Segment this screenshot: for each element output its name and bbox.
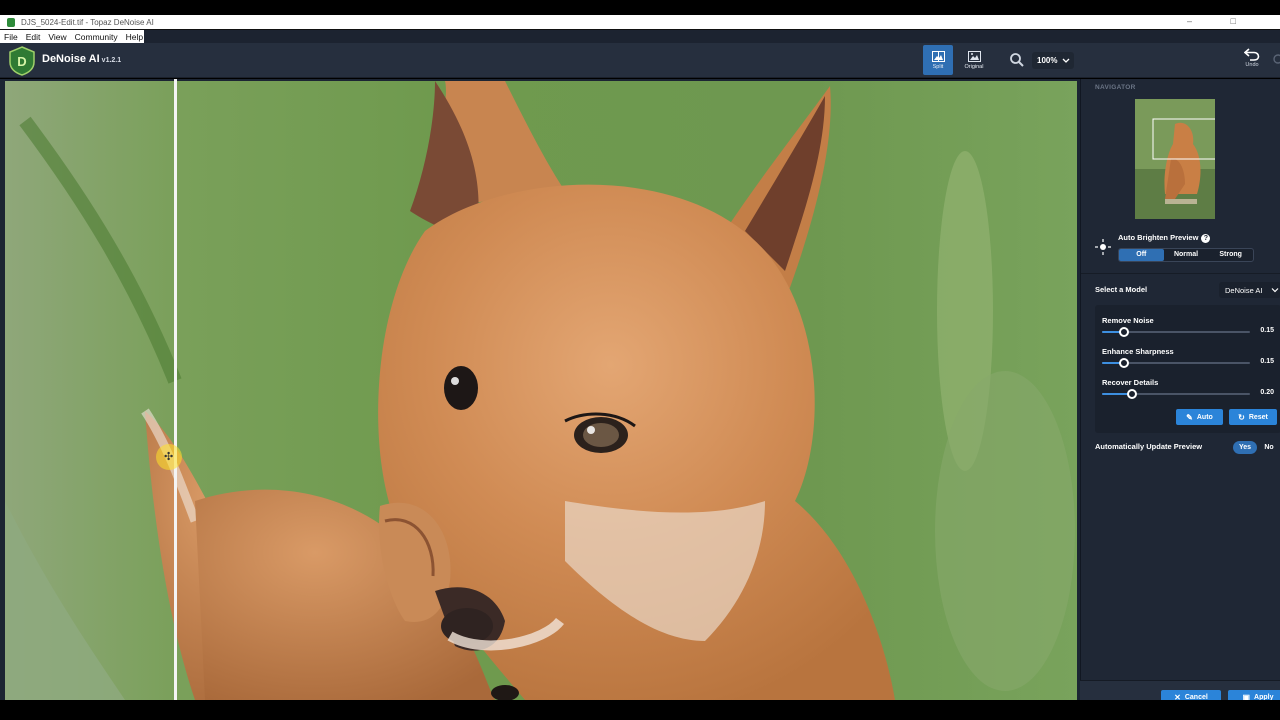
auto-brighten-segmented: Off Normal Strong [1118, 248, 1254, 262]
settings-panel: NAVIGATOR Auto Brighten Preview? Off Nor… [1080, 79, 1280, 700]
enhance-sharpness-label: Enhance Sharpness [1102, 347, 1174, 356]
remove-noise-thumb[interactable] [1119, 327, 1129, 337]
original-view-label: Original [964, 63, 984, 70]
denoise-logo-icon: D [9, 46, 35, 76]
enhance-sharpness-thumb[interactable] [1119, 358, 1129, 368]
reset-button[interactable]: ↻ Reset [1229, 409, 1277, 425]
app-small-icon [7, 17, 15, 27]
auto-update-yes[interactable]: Yes [1233, 441, 1257, 454]
brighten-strong-option[interactable]: Strong [1208, 249, 1253, 261]
undo-label: Undo [1245, 62, 1259, 68]
screen-bottom-border [0, 700, 1280, 720]
zoom-level-value: 100% [1037, 56, 1058, 65]
menu-edit[interactable]: Edit [26, 32, 41, 42]
model-dropdown[interactable]: DeNoise AI [1219, 282, 1280, 298]
panel-footer: ✕ Cancel ▣ Apply [1080, 680, 1280, 704]
original-view-button[interactable]: Original [959, 45, 989, 75]
remove-noise-slider[interactable] [1102, 327, 1250, 337]
model-dropdown-value: DeNoise AI [1225, 285, 1263, 295]
model-sliders-box: Remove Noise 0.15 Enhance Sharpness 0.15… [1095, 305, 1280, 433]
image-canvas[interactable] [0, 79, 1080, 700]
menu-view[interactable]: View [48, 32, 66, 42]
fox-kit-photo [5, 81, 1077, 700]
window-controls[interactable]: – □ [1187, 16, 1254, 26]
app-header: D DeNoise AIv1.2.1 Split Original 100% [0, 43, 1280, 78]
menu-bar: File Edit View Community Help [0, 30, 144, 43]
app-title: DeNoise AI v1.2.1 [42, 53, 121, 65]
help-icon[interactable]: ? [1201, 233, 1211, 243]
split-view-button[interactable]: Split [923, 45, 953, 75]
panel-divider [1081, 273, 1280, 274]
recover-details-label: Recover Details [1102, 378, 1159, 387]
auto-button[interactable]: ✎ Auto [1176, 409, 1223, 425]
menu-help[interactable]: Help [126, 32, 143, 42]
reset-icon: ↻ [1238, 412, 1245, 422]
navigator-thumbnail[interactable] [1135, 99, 1215, 219]
chevron-down-icon [1062, 58, 1070, 63]
split-divider-handle[interactable] [174, 79, 177, 700]
auto-update-toggle: Yes No [1233, 441, 1280, 454]
auto-brighten-label: Auto Brighten Preview? [1118, 233, 1211, 243]
chevron-down-icon [1271, 288, 1279, 293]
zoom-magnifier-icon[interactable] [1009, 52, 1025, 68]
auto-brighten-text: Auto Brighten Preview [1118, 233, 1199, 242]
split-view-icon [931, 50, 945, 62]
remove-noise-label: Remove Noise [1102, 316, 1154, 325]
app-version: v1.2.1 [101, 57, 122, 64]
auto-update-label: Automatically Update Preview [1095, 442, 1203, 451]
split-view-label: Split [932, 63, 944, 70]
magic-wand-icon: ✎ [1186, 412, 1193, 422]
original-view-icon [967, 50, 981, 62]
screen-top-border [0, 0, 1280, 15]
window-title: DJS_5024-Edit.tif - Topaz DeNoise AI [21, 17, 154, 27]
recover-details-thumb[interactable] [1127, 389, 1137, 399]
window-titlebar: DJS_5024-Edit.tif - Topaz DeNoise AI – □ [0, 15, 1280, 29]
brighten-off-option[interactable]: Off [1119, 249, 1164, 261]
enhance-sharpness-value: 0.15 [1260, 358, 1274, 365]
remove-noise-value: 0.15 [1260, 327, 1274, 334]
app-name-text: DeNoise AI [42, 53, 100, 65]
undo-icon [1244, 48, 1260, 61]
menu-community[interactable]: Community [75, 32, 118, 42]
select-model-label: Select a Model [1095, 285, 1148, 294]
zoom-level-select[interactable]: 100% [1032, 52, 1074, 69]
redo-icon[interactable] [1272, 53, 1280, 65]
menu-bar-fill [144, 30, 1280, 43]
enhance-sharpness-slider[interactable] [1102, 358, 1250, 368]
recover-details-slider[interactable] [1102, 389, 1250, 399]
auto-button-label: Auto [1196, 413, 1213, 421]
undo-button[interactable]: Undo [1240, 47, 1264, 75]
auto-update-no[interactable]: No [1257, 441, 1280, 454]
menu-file[interactable]: File [4, 32, 18, 42]
reset-button-label: Reset [1248, 413, 1268, 421]
resize-cursor-icon: ✣ [164, 451, 174, 463]
recover-details-value: 0.20 [1260, 389, 1274, 396]
logo-letter: D [17, 54, 26, 69]
brighten-normal-option[interactable]: Normal [1164, 249, 1209, 261]
brightness-icon [1095, 239, 1111, 255]
navigator-title: NAVIGATOR [1095, 84, 1136, 91]
